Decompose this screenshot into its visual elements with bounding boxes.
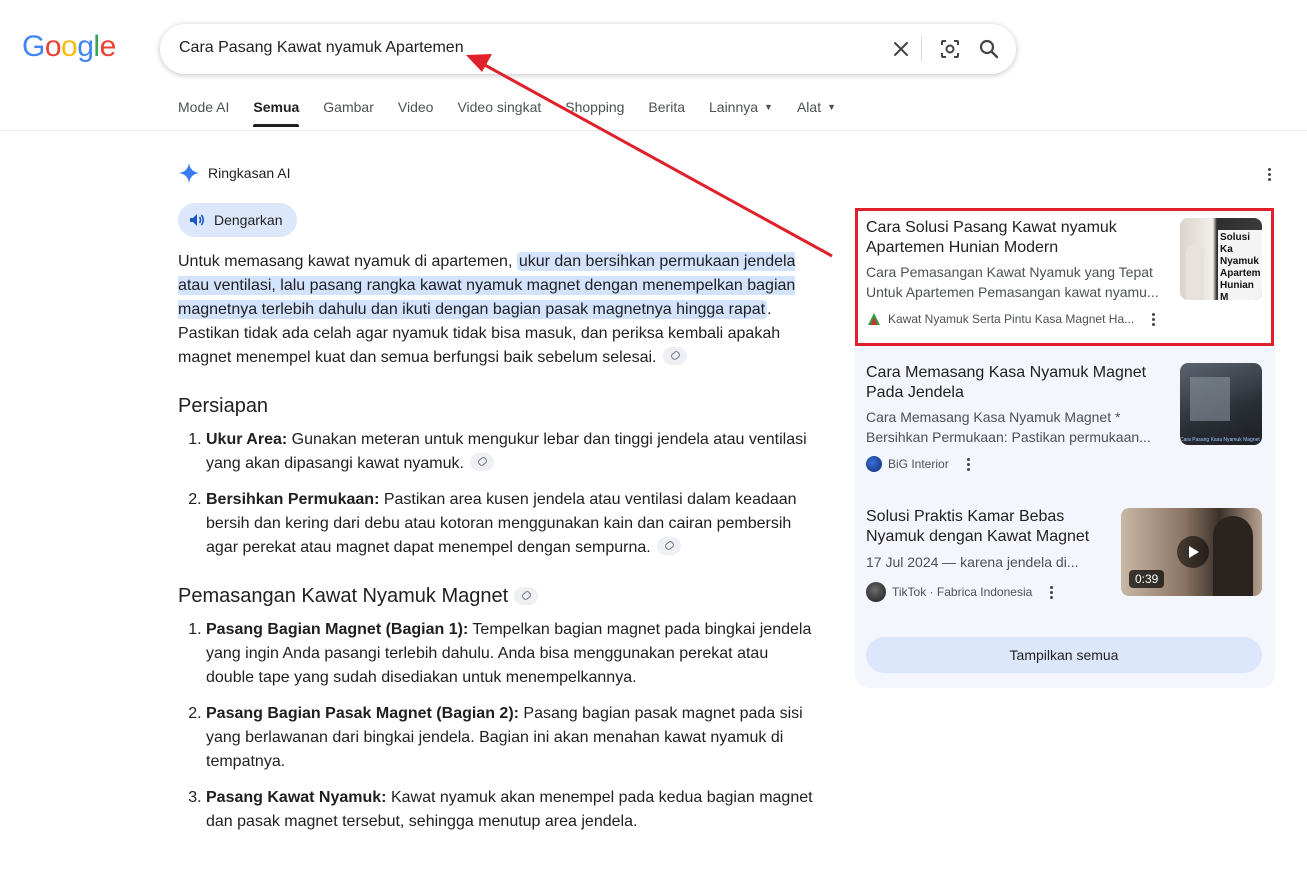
- link-icon[interactable]: [656, 537, 681, 555]
- source-title[interactable]: Cara Memasang Kasa Nyamuk Magnet Pada Je…: [866, 363, 1166, 403]
- list-item: Pasang Bagian Magnet (Bagian 1): Tempelk…: [206, 618, 813, 690]
- tab-lainnya[interactable]: Lainnya ▼: [709, 99, 773, 127]
- tab-label: Semua: [253, 99, 300, 115]
- tab-label: Video: [397, 99, 434, 115]
- tab-label: Alat: [796, 99, 822, 115]
- item-heading: Pasang Kawat Nyamuk:: [206, 789, 387, 806]
- intro-paragraph: Untuk memasang kawat nyamuk di apartemen…: [178, 250, 813, 370]
- link-icon[interactable]: [514, 587, 539, 605]
- pemasangan-list: Pasang Bagian Magnet (Bagian 1): Tempelk…: [178, 618, 813, 834]
- source-site[interactable]: TikTok · Fabrica Indonesia: [866, 582, 1054, 602]
- list-item: Ukur Area: Gunakan meteran untuk menguku…: [206, 428, 813, 476]
- logo-letter: o: [44, 30, 62, 63]
- tab-berita[interactable]: Berita: [648, 99, 685, 127]
- ai-overview-header: Ringkasan AI: [178, 162, 291, 184]
- section-title-pemasangan: Pemasangan Kawat Nyamuk Magnet: [178, 582, 813, 610]
- source-thumbnail[interactable]: Cara Pasang Kasa Nyamuk Magnet Jendela: [1180, 363, 1262, 445]
- tab-video[interactable]: Video: [398, 99, 434, 127]
- speaker-icon: [190, 214, 205, 226]
- tab-label: Mode AI: [178, 99, 230, 115]
- section-title-persiapan: Persiapan: [178, 395, 269, 417]
- tab-label: Gambar: [323, 99, 374, 115]
- google-logo[interactable]: Google: [22, 30, 116, 64]
- header-divider: [0, 130, 1307, 131]
- video-duration: 0:39: [1129, 570, 1165, 588]
- logo-letter: o: [61, 30, 78, 63]
- source-snippet: 17 Jul 2024 — karena jendela di...: [866, 554, 1079, 570]
- show-all-button[interactable]: Tampilkan semua: [866, 637, 1262, 673]
- tab-video-singkat[interactable]: Video singkat: [457, 99, 541, 127]
- tab-semua[interactable]: Semua: [253, 99, 299, 127]
- lens-icon[interactable]: [938, 37, 962, 61]
- thumbnail-caption: Cara Pasang Kasa Nyamuk Magnet Jendela: [1180, 437, 1262, 443]
- caret-down-icon: ▼: [764, 102, 773, 112]
- item-heading: Pasang Bagian Pasak Magnet (Bagian 2):: [206, 705, 519, 722]
- item-heading: Bersihkan Permukaan:: [206, 491, 380, 508]
- list-item: Bersihkan Permukaan: Pastikan area kusen…: [206, 488, 813, 560]
- source-snippet: Bersihkan Permukaan: Pastikan permukaan.…: [866, 429, 1151, 445]
- source-snippet: Cara Memasang Kasa Nyamuk Magnet *: [866, 409, 1121, 425]
- annotation-arrow-line: [482, 62, 833, 258]
- persiapan-list: Ukur Area: Gunakan meteran untuk menguku…: [178, 428, 813, 560]
- tab-label: Berita: [648, 99, 685, 115]
- more-options-icon[interactable]: [1261, 164, 1277, 184]
- source-card[interactable]: Cara Memasang Kasa Nyamuk Magnet Pada Je…: [855, 354, 1273, 494]
- section-title-text: Pemasangan Kawat Nyamuk Magnet: [178, 585, 509, 607]
- tab-mode-ai[interactable]: Mode AI: [178, 99, 229, 127]
- search-icon[interactable]: [977, 37, 1001, 61]
- caret-down-icon: ▼: [827, 102, 837, 112]
- ai-overview-body: Untuk memasang kawat nyamuk di apartemen…: [178, 250, 813, 846]
- source-site-name: BiG Interior: [888, 457, 949, 471]
- search-tabs: Mode AI Semua Gambar Video Video singkat…: [178, 99, 836, 127]
- list-item: Pasang Kawat Nyamuk: Kawat nyamuk akan m…: [206, 786, 813, 834]
- item-heading: Pasang Bagian Magnet (Bagian 1):: [206, 621, 469, 638]
- link-icon[interactable]: [469, 453, 494, 471]
- listen-label: Dengarkan: [214, 212, 283, 228]
- more-options-icon[interactable]: [1050, 585, 1054, 599]
- source-site[interactable]: BiG Interior: [866, 456, 970, 472]
- source-title[interactable]: Solusi Praktis Kamar Bebas Nyamuk dengan…: [866, 507, 1106, 547]
- logo-letter: G: [22, 30, 45, 63]
- more-options-icon[interactable]: [966, 457, 970, 471]
- ai-overview-title: Ringkasan AI: [208, 165, 291, 181]
- play-icon[interactable]: [1177, 536, 1209, 568]
- intro-text: Untuk memasang kawat nyamuk di apartemen…: [178, 253, 517, 270]
- tab-shopping[interactable]: Shopping: [565, 99, 624, 127]
- list-item: Pasang Bagian Pasak Magnet (Bagian 2): P…: [206, 702, 813, 774]
- logo-letter: e: [99, 30, 117, 63]
- thumbnail-person: [1213, 516, 1253, 596]
- tab-label: Video singkat: [457, 99, 542, 115]
- item-heading: Ukur Area:: [206, 431, 288, 448]
- link-icon[interactable]: [662, 347, 687, 365]
- source-card[interactable]: Solusi Praktis Kamar Bebas Nyamuk dengan…: [855, 500, 1273, 610]
- search-input[interactable]: Cara Pasang Kawat nyamuk Apartemen: [179, 39, 464, 57]
- search-divider: [921, 36, 922, 62]
- tab-gambar[interactable]: Gambar: [323, 99, 374, 127]
- item-text: Gunakan meteran untuk mengukur lebar dan…: [206, 431, 807, 472]
- tab-label: Shopping: [565, 99, 625, 115]
- site-favicon-icon: [866, 456, 882, 472]
- tab-label: Lainnya: [709, 99, 759, 115]
- tiktok-favicon-icon: [866, 582, 886, 602]
- listen-button[interactable]: Dengarkan: [178, 203, 297, 237]
- sparkle-icon: [179, 163, 199, 183]
- search-box[interactable]: Cara Pasang Kawat nyamuk Apartemen: [160, 24, 1016, 74]
- video-thumbnail[interactable]: 0:39: [1121, 508, 1262, 596]
- logo-letter: g: [77, 30, 94, 63]
- source-site-name: TikTok · Fabrica Indonesia: [892, 585, 1033, 599]
- close-icon[interactable]: [889, 37, 913, 61]
- thumbnail-window: [1190, 377, 1230, 421]
- tab-alat[interactable]: Alat ▼: [797, 99, 836, 127]
- annotation-highlight-box: [855, 208, 1274, 346]
